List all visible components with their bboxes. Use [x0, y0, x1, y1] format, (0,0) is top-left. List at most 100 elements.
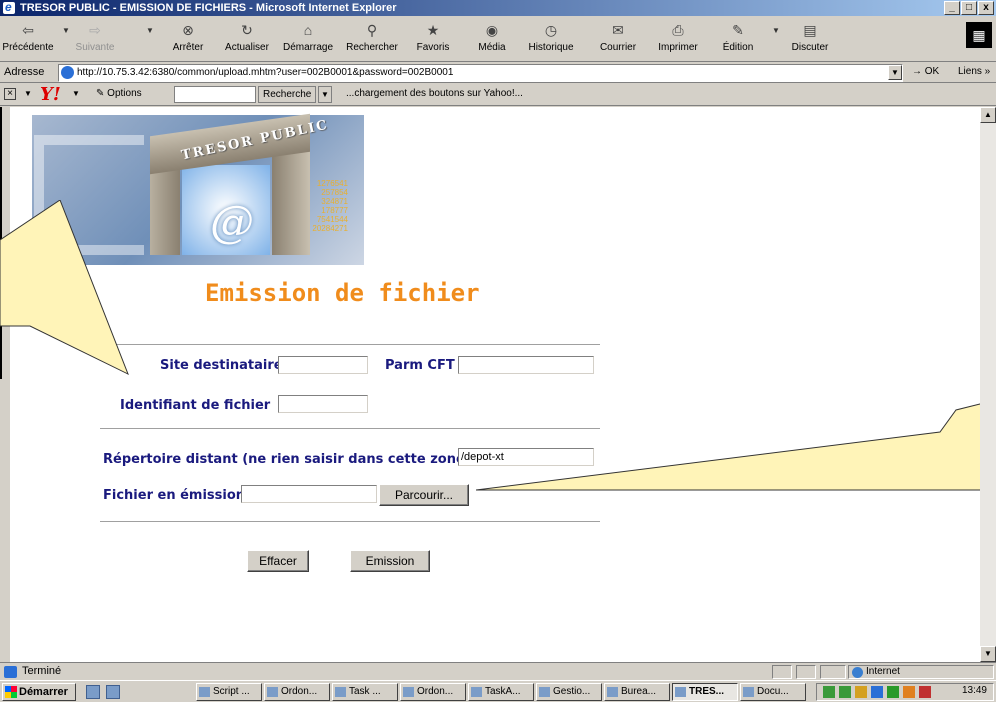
- forward-arrow-icon: ⇨: [89, 22, 101, 38]
- ie-icon: [3, 0, 15, 15]
- minimize-button[interactable]: _: [944, 1, 960, 15]
- status-bar: Terminé Internet: [0, 662, 996, 680]
- scroll-down-icon[interactable]: ▼: [980, 646, 996, 662]
- file-id-label: Identifiant de fichier: [120, 398, 271, 413]
- quicklaunch-ie-icon[interactable]: [106, 685, 120, 699]
- site-input[interactable]: [278, 356, 368, 374]
- windows-flag-icon: [5, 686, 17, 698]
- yahoo-logo-dropdown-icon[interactable]: ▼: [72, 89, 80, 98]
- security-zone: Internet: [852, 666, 900, 678]
- discuss-button[interactable]: ▤ Discuter: [786, 18, 834, 58]
- stop-button[interactable]: ⊗ Arrêter: [166, 18, 210, 58]
- task-button[interactable]: Burea...: [604, 683, 670, 701]
- home-button[interactable]: ⌂ Démarrage: [280, 18, 336, 58]
- address-dropdown-icon[interactable]: ▼: [888, 65, 902, 80]
- print-button[interactable]: ⎙ Imprimer: [654, 18, 702, 58]
- task-button-active[interactable]: TRES...: [672, 683, 738, 701]
- status-text: Terminé: [4, 665, 61, 678]
- discuss-icon: ▤: [803, 22, 817, 38]
- parm-cft-input[interactable]: [458, 356, 594, 374]
- browse-button[interactable]: Parcourir...: [379, 484, 469, 506]
- file-input[interactable]: [241, 485, 377, 503]
- page-title: Emission de fichier: [205, 279, 480, 307]
- windows-logo-icon: ▦: [966, 22, 992, 48]
- address-bar: Adresse http://10.75.3.42:6380/common/up…: [0, 63, 996, 83]
- tray-network-icon[interactable]: [839, 686, 851, 698]
- media-button[interactable]: ◉ Média: [472, 18, 512, 58]
- clear-button[interactable]: Effacer: [247, 550, 309, 572]
- edit-button[interactable]: ✎ Édition: [718, 18, 758, 58]
- tray-app-icon[interactable]: [903, 686, 915, 698]
- task-button[interactable]: Docu...: [740, 683, 806, 701]
- start-button[interactable]: Démarrer: [2, 683, 76, 701]
- address-input[interactable]: http://10.75.3.42:6380/common/upload.mht…: [58, 64, 903, 82]
- parm-cft-label: Parm CFT: [385, 358, 455, 373]
- edit-dropdown-icon[interactable]: ▼: [772, 26, 780, 35]
- mail-button[interactable]: ✉ Courrier: [596, 18, 640, 58]
- task-button[interactable]: Script ...: [196, 683, 262, 701]
- go-button[interactable]: → OK: [912, 66, 939, 77]
- yahoo-search-button[interactable]: Recherche: [258, 86, 317, 103]
- right-callout-shape: [476, 400, 996, 491]
- search-icon: ⚲: [366, 22, 378, 38]
- refresh-button[interactable]: ↻ Actualiser: [222, 18, 272, 58]
- tray-app-icon[interactable]: [855, 686, 867, 698]
- scroll-up-icon[interactable]: ▲: [980, 107, 996, 123]
- refresh-icon: ↻: [241, 22, 253, 38]
- divider: [100, 344, 600, 346]
- address-url: http://10.75.3.42:6380/common/upload.mht…: [77, 67, 454, 78]
- taskbar: Démarrer Script ... Ordon... Task ... Or…: [0, 680, 996, 702]
- task-button[interactable]: Task ...: [332, 683, 398, 701]
- search-button[interactable]: ⚲ Rechercher: [342, 18, 402, 58]
- yahoo-menu-dropdown-icon[interactable]: ▼: [24, 89, 32, 98]
- close-toolbar-icon[interactable]: ×: [4, 88, 16, 100]
- clock: 13:49: [961, 685, 987, 696]
- logo-numbers: 1276541 257854 324871 178777 7541544 202…: [312, 179, 348, 233]
- page-icon: [61, 66, 74, 79]
- tray-app-icon[interactable]: [919, 686, 931, 698]
- submit-button[interactable]: Emission: [350, 550, 430, 572]
- divider: [100, 521, 600, 523]
- remote-dir-label: Répertoire distant (ne rien saisir dans …: [103, 452, 471, 467]
- history-button[interactable]: ◷ Historique: [524, 18, 578, 58]
- back-button[interactable]: ⇦ Précédente: [2, 18, 54, 58]
- file-label: Fichier en émission: [103, 488, 246, 503]
- history-icon: ◷: [544, 22, 558, 38]
- tray-app-icon[interactable]: [871, 686, 883, 698]
- close-button[interactable]: x: [978, 1, 994, 15]
- window-controls: _ □ x: [944, 1, 994, 15]
- forward-dropdown-icon[interactable]: ▼: [146, 26, 154, 35]
- vertical-scrollbar[interactable]: ▲ ▼: [980, 107, 996, 662]
- page-content: TRESOR PUBLIC @ 1276541 257854 324871 17…: [10, 107, 980, 662]
- title-bar: TRESOR PUBLIC - EMISSION DE FICHIERS - M…: [0, 0, 996, 16]
- printer-icon: ⎙: [672, 22, 684, 38]
- tray-app-icon[interactable]: [887, 686, 899, 698]
- mail-icon: ✉: [612, 22, 624, 38]
- file-id-input[interactable]: [278, 395, 368, 413]
- yahoo-toolbar: × ▼ Y! ▼ ✎ Options Recherche ▼ ...charge…: [0, 84, 996, 106]
- tray-network-icon[interactable]: [823, 686, 835, 698]
- task-button[interactable]: TaskA...: [468, 683, 534, 701]
- left-callout-shape: [0, 200, 129, 376]
- forward-button[interactable]: ⇨ Suivante: [72, 18, 118, 58]
- yahoo-logo-icon[interactable]: Y!: [40, 84, 61, 105]
- home-icon: ⌂: [303, 22, 313, 38]
- maximize-button[interactable]: □: [961, 1, 977, 15]
- yahoo-search-input[interactable]: [174, 86, 256, 103]
- favorites-button[interactable]: ★ Favoris: [412, 18, 454, 58]
- links-button[interactable]: Liens »: [958, 66, 990, 77]
- media-icon: ◉: [485, 22, 499, 38]
- stop-icon: ⊗: [182, 22, 194, 38]
- yahoo-status-message: ...chargement des boutons sur Yahoo!...: [346, 88, 523, 99]
- browser-toolbar: ⇦ Précédente ▼ ⇨ Suivante ▼ ⊗ Arrêter ↻ …: [0, 16, 996, 62]
- address-label: Adresse: [4, 66, 45, 78]
- quicklaunch-desktop-icon[interactable]: [86, 685, 100, 699]
- back-dropdown-icon[interactable]: ▼: [62, 26, 70, 35]
- edit-icon: ✎: [732, 22, 744, 38]
- task-button[interactable]: Gestio...: [536, 683, 602, 701]
- back-arrow-icon: ⇦: [22, 22, 34, 38]
- task-button[interactable]: Ordon...: [264, 683, 330, 701]
- yahoo-options-button[interactable]: ✎ Options: [96, 88, 142, 99]
- yahoo-search-dropdown-icon[interactable]: ▼: [318, 86, 332, 103]
- task-button[interactable]: Ordon...: [400, 683, 466, 701]
